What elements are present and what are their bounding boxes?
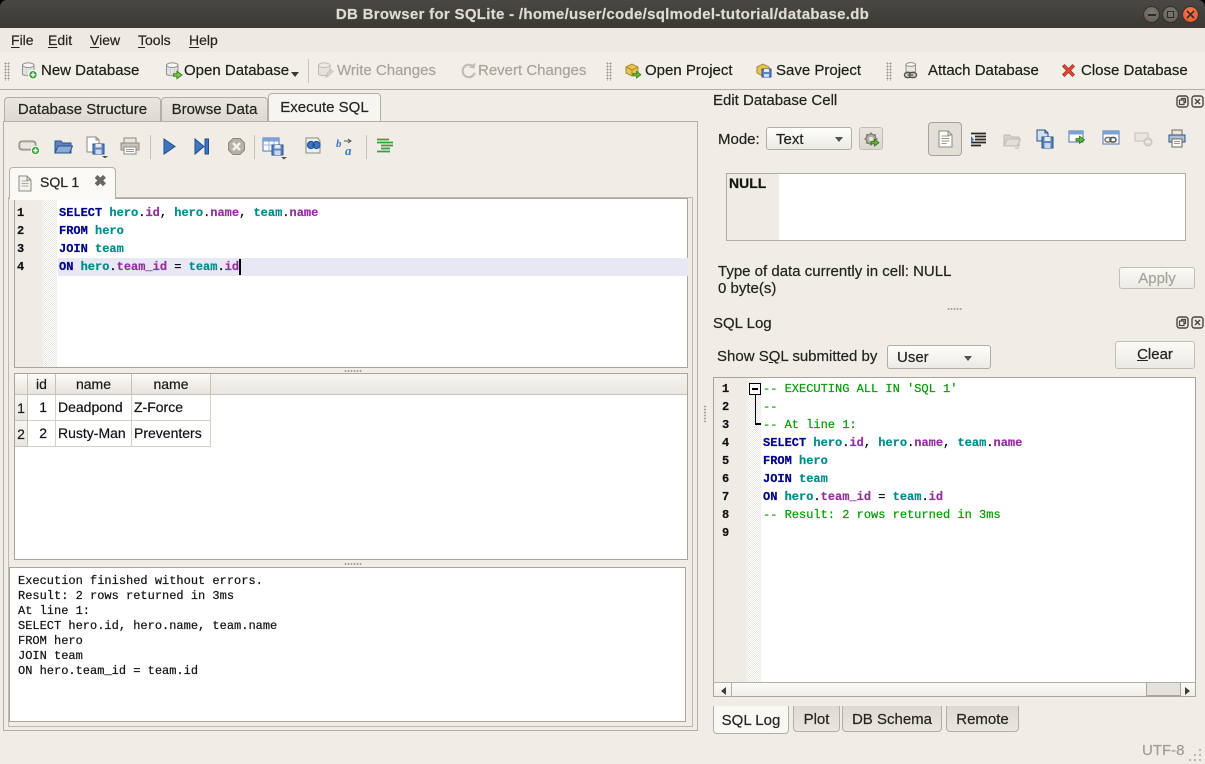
svg-text:a: a: [345, 143, 352, 157]
svg-text:b: b: [336, 138, 342, 150]
